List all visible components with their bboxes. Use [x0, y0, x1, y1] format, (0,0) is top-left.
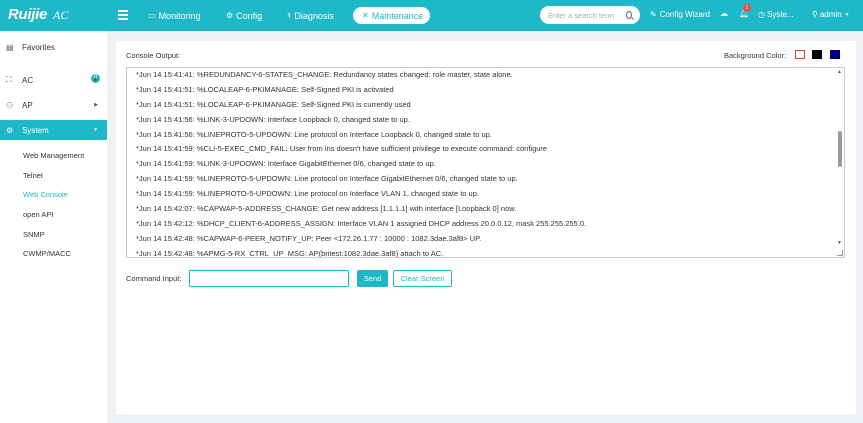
sidebar-item-system[interactable]: ⚙ System ▼ — [0, 120, 107, 140]
bg-color-navy[interactable] — [830, 50, 840, 59]
sidebar-item-ap[interactable]: ⚇ AP ▶ — [0, 95, 107, 115]
wizard-icon: ✎ — [650, 10, 657, 19]
console-output[interactable]: *Jun 14 15:41:41: %REDUNDANCY-6-STATES_C… — [126, 67, 845, 258]
notification-badge: 1 — [743, 4, 751, 12]
scrollbar-thumb[interactable] — [838, 131, 842, 167]
send-button[interactable]: Send — [357, 270, 388, 287]
diagnosis-icon: ⚕ — [287, 11, 292, 20]
console-line: *Jun 14 15:41:41: %REDUNDANCY-6-STATES_C… — [136, 70, 513, 79]
console-line: *Jun 14 15:41:56: %LINEPROTO-5-UPDOWN: L… — [136, 130, 492, 139]
sidebar-item-ac[interactable]: ⛶ AC ▶ — [0, 70, 107, 90]
console-scrollbar[interactable]: ▲ ▼ — [835, 68, 844, 257]
background-color-label: Background Color: — [724, 51, 787, 60]
console-line: *Jun 14 15:41:59: %CLI-5-EXEC_CMD_FAIL: … — [136, 144, 548, 153]
nav-diagnosis[interactable]: ⚕ Diagnosis — [287, 7, 334, 24]
console-line: *Jun 14 15:41:59: %LINK-3-UPDOWN: Interf… — [136, 159, 436, 168]
console-output-label: Console Output: — [126, 51, 181, 60]
wrench-icon: ✕ — [362, 11, 369, 20]
resize-handle[interactable] — [837, 250, 843, 256]
nav-maintenance[interactable]: ✕ Maintenance — [353, 7, 430, 24]
config-wizard-link[interactable]: ✎ Config Wizard — [650, 10, 710, 19]
chevron-down-icon: ▼ — [844, 11, 850, 18]
console-line: *Jun 14 15:42:48: %CAPWAP-6-PEER_NOTIFY_… — [136, 234, 482, 243]
console-line: *Jun 14 15:41:59: %LINEPROTO-5-UPDOWN: L… — [136, 189, 479, 198]
user-menu[interactable]: ⚲ admin ▼ — [812, 10, 850, 19]
command-input-box — [189, 270, 349, 287]
search-box — [540, 6, 640, 24]
system-menu-label: Syste... — [766, 10, 794, 19]
nav-monitoring[interactable]: ▭ Monitoring — [148, 7, 201, 24]
sidebar-ap-label: AP — [22, 100, 33, 110]
top-bar: Ruijie AC ▭ Monitoring ⚙ Config ⚕ Diagno… — [0, 0, 863, 31]
clock-icon: ◷ — [758, 10, 765, 19]
folder-icon: ▤ — [6, 42, 14, 52]
nav-config-label: Config — [236, 10, 263, 21]
product-name: AC — [53, 8, 69, 22]
console-line: *Jun 14 15:41:51: %LOCALEAP-6-PKIMANAGE:… — [136, 85, 394, 94]
system-gear-icon: ⚙ — [6, 125, 14, 135]
sidebar-sub-cwmp-macc[interactable]: CWMP/MACC — [23, 249, 71, 258]
sidebar-sub-web-management[interactable]: Web Management — [23, 151, 84, 160]
sidebar-sub-snmp[interactable]: SNMP — [23, 230, 45, 239]
user-icon: ⚲ — [812, 10, 818, 19]
nav-monitoring-label: Monitoring — [158, 10, 201, 21]
command-input-label: Command Input: — [126, 274, 182, 283]
bg-color-white[interactable] — [795, 50, 805, 59]
chevron-right-icon: ▶ — [94, 77, 98, 83]
scroll-down-icon[interactable]: ▼ — [837, 240, 842, 246]
search-icon[interactable] — [626, 11, 632, 19]
nav-config[interactable]: ⚙ Config — [226, 7, 262, 24]
nav-diagnosis-label: Diagnosis — [294, 10, 334, 21]
console-line: *Jun 14 15:42:12: %DHCP_CLIENT-6-ADDRESS… — [136, 219, 587, 228]
sidebar-favorites-label: Favorites — [22, 42, 55, 52]
command-input[interactable] — [190, 271, 348, 286]
console-line: *Jun 14 15:42:48: %APMG-5-RX_CTRL_UP_MSG… — [136, 249, 444, 258]
console-line: *Jun 14 15:42:07: %CAPWAP-5-ADDRESS_CHAN… — [136, 204, 517, 213]
sidebar: ▤ Favorites 0 ⛶ AC ▶ ⚇ AP ▶ ⚙ System ▼ W… — [0, 31, 107, 423]
sidebar-sub-open-api[interactable]: open API — [23, 210, 53, 219]
chevron-right-icon: ▶ — [94, 102, 98, 108]
logo[interactable]: Ruijie AC — [8, 6, 68, 23]
ap-icon: ⚇ — [6, 100, 14, 110]
sidebar-item-favorites[interactable]: ▤ Favorites — [0, 37, 107, 57]
sidebar-ac-label: AC — [22, 75, 34, 85]
sidebar-system-label: System — [22, 125, 49, 135]
sidebar-sub-telnet[interactable]: Telnet — [23, 171, 43, 180]
chevron-down-icon: ▼ — [93, 127, 98, 133]
console-line: *Jun 14 15:41:59: %LINEPROTO-5-UPDOWN: L… — [136, 174, 518, 183]
nav-maintenance-label: Maintenance — [371, 10, 424, 21]
user-name: admin — [819, 10, 842, 19]
menu-toggle-icon[interactable] — [118, 10, 128, 20]
bg-color-black[interactable] — [812, 50, 822, 59]
system-menu[interactable]: ◷ Syste... — [758, 10, 794, 19]
config-wizard-label: Config Wizard — [659, 10, 710, 19]
ac-icon: ⛶ — [6, 75, 12, 84]
sidebar-sub-web-console[interactable]: Web Console — [23, 190, 68, 199]
gear-icon: ⚙ — [226, 11, 234, 20]
cloud-icon[interactable]: ☁ — [720, 9, 728, 18]
console-line: *Jun 14 15:41:56: %LINK-3-UPDOWN: Interf… — [136, 115, 410, 124]
search-input[interactable] — [548, 10, 622, 20]
monitor-icon: ▭ — [148, 11, 156, 20]
console-line: *Jun 14 15:41:51: %LOCALEAP-6-PKIMANAGE:… — [136, 100, 411, 109]
brand-name: Ruijie — [8, 6, 48, 23]
clear-screen-button[interactable]: Clear Screen — [393, 270, 452, 287]
scroll-up-icon[interactable]: ▲ — [837, 69, 842, 75]
